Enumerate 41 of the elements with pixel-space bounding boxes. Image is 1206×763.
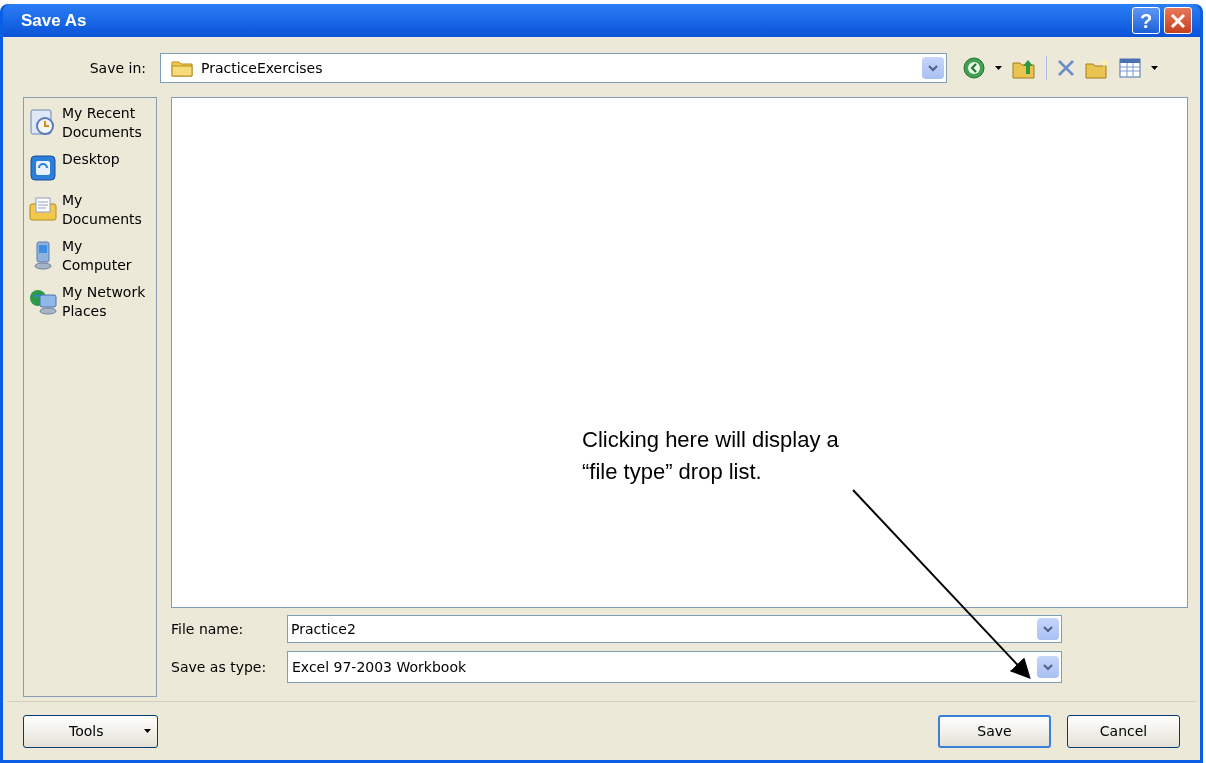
caret-icon[interactable] — [995, 66, 1002, 70]
annotation-text: Clicking here will display a “file type” drop list. — [582, 426, 839, 486]
save-as-type-label: Save as type: — [171, 657, 268, 677]
dropdown-arrow-button[interactable] — [922, 57, 944, 79]
places-item[interactable]: My Network Places — [24, 281, 156, 323]
places-item[interactable]: My Recent Documents — [24, 102, 156, 144]
dropdown-value: Excel 97-2003 Workbook — [292, 657, 468, 677]
save-button[interactable]: Save — [938, 714, 1051, 748]
save-in-label: Save in: — [88, 58, 147, 78]
places-item-label: My Computer — [62, 237, 132, 275]
places-item-label: Desktop — [62, 150, 120, 169]
dropdown-arrow-button[interactable] — [1037, 618, 1059, 640]
dropdown-arrow-button[interactable] — [1037, 656, 1059, 678]
dropdown-value: PracticeExercises — [201, 58, 324, 78]
window-title: Save As — [20, 9, 87, 32]
places-item-label: My Network Places — [62, 283, 146, 321]
field-value: Practice2 — [291, 619, 357, 639]
tools-button[interactable]: Tools — [23, 714, 158, 748]
file-name-field[interactable]: Practice2 — [287, 615, 1062, 643]
places-item-label: My Documents — [62, 191, 142, 229]
caret-icon[interactable] — [1151, 66, 1158, 70]
delete-icon[interactable] — [1057, 59, 1075, 77]
chevron-down-icon — [1043, 663, 1053, 671]
document-folder-icon — [28, 194, 58, 224]
close-icon — [1170, 12, 1186, 29]
save-as-type-dropdown[interactable]: Excel 97-2003 Workbook — [287, 651, 1062, 683]
save-in-dropdown[interactable]: PracticeExercises — [160, 53, 947, 83]
chevron-down-icon — [928, 64, 938, 72]
grid-view-icon[interactable] — [1119, 58, 1141, 78]
help-button[interactable]: ? — [1132, 7, 1160, 34]
folder-icon — [171, 59, 193, 77]
places-item[interactable]: My Documents — [24, 189, 156, 231]
desktop-icon — [28, 153, 58, 183]
chevron-down-icon — [1043, 625, 1053, 633]
file-name-label: File name: — [171, 619, 245, 639]
cancel-button[interactable]: Cancel — [1067, 714, 1180, 748]
places-item-label: My Recent Documents — [62, 104, 142, 142]
places-item[interactable]: My Computer — [24, 235, 156, 277]
caret-icon — [144, 729, 151, 733]
places-item[interactable]: Desktop — [24, 148, 156, 185]
close-button[interactable] — [1164, 7, 1192, 34]
